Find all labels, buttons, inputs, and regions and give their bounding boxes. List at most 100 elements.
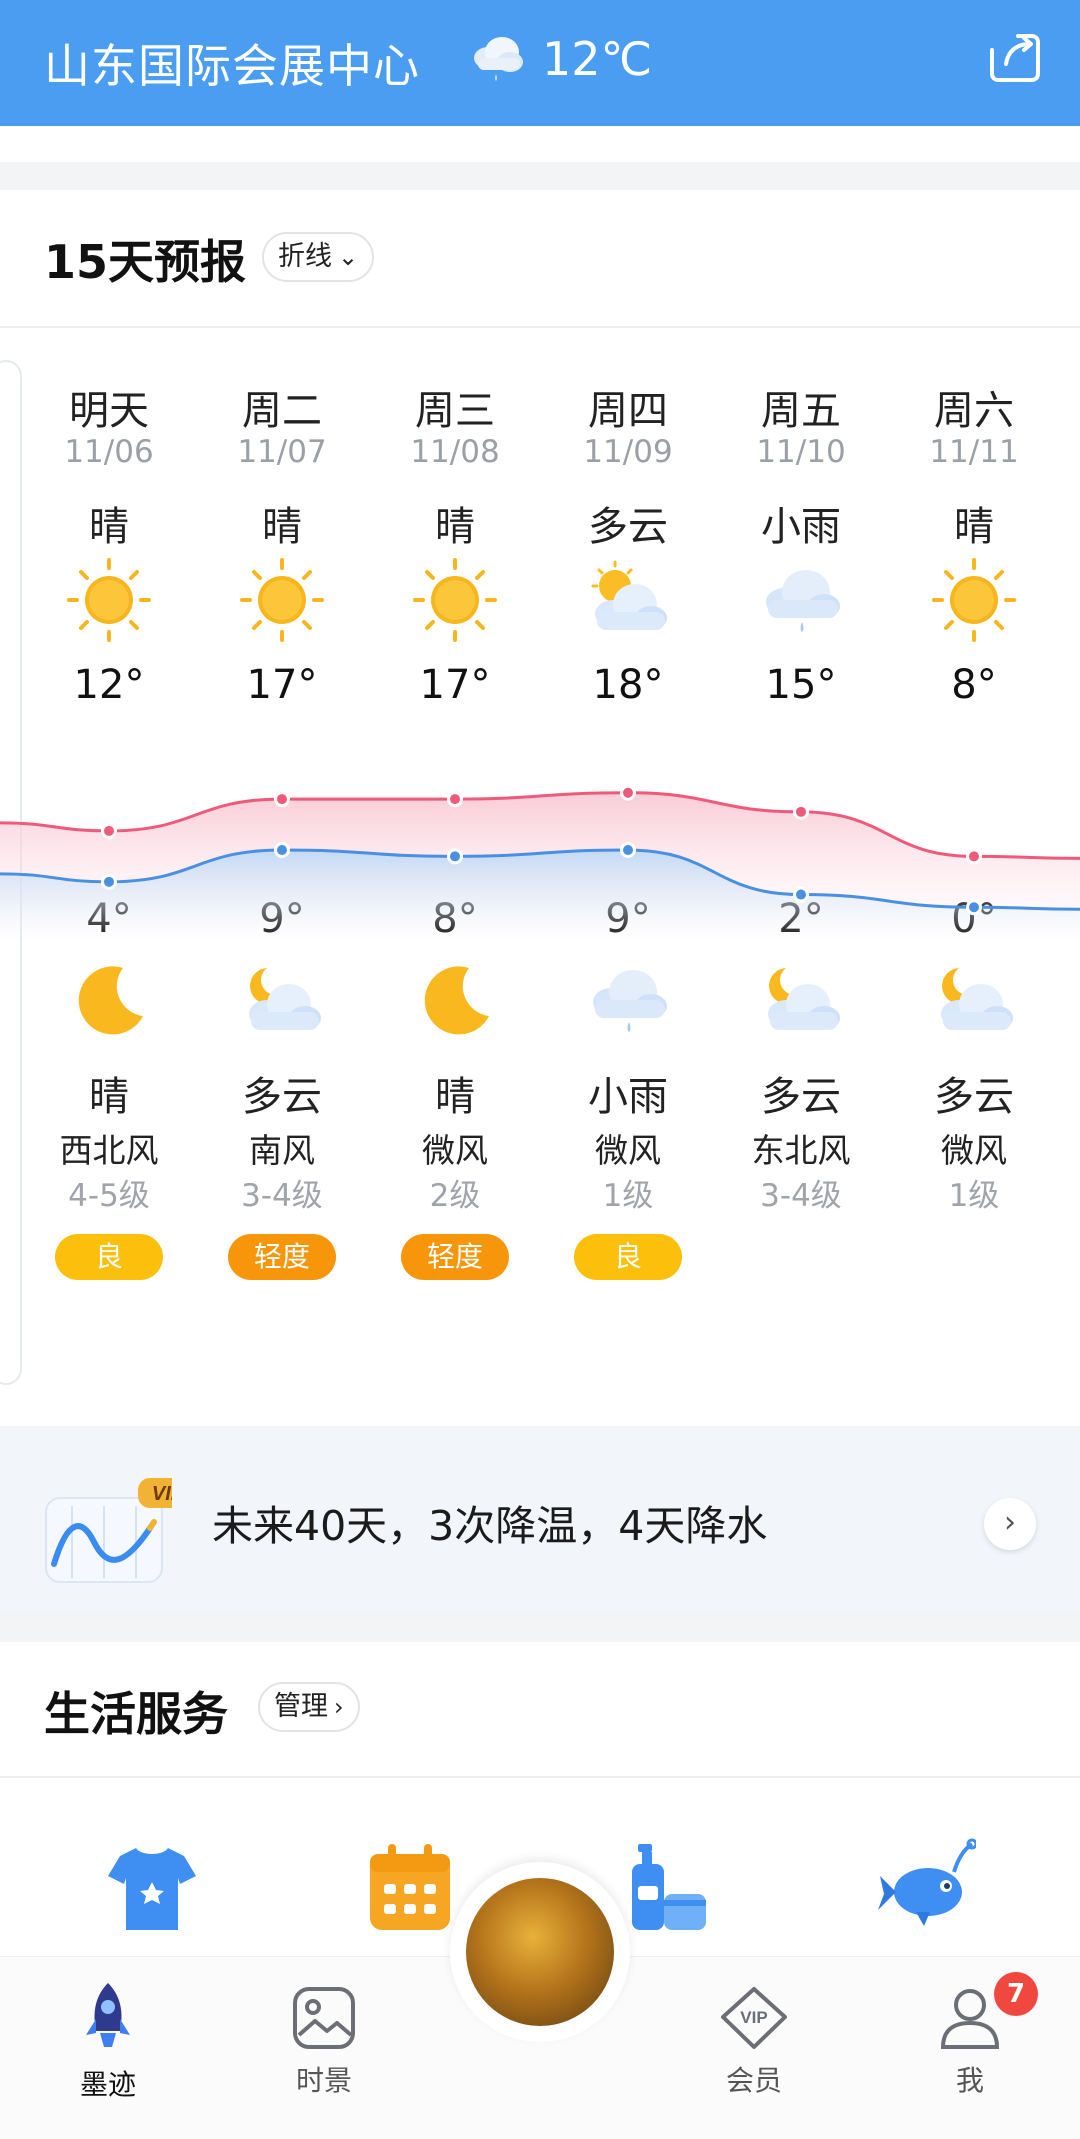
- low-temp-point: [796, 889, 806, 900]
- wind-direction: 南风: [249, 1131, 315, 1170]
- day-condition: 多云: [588, 504, 668, 550]
- location-title[interactable]: 山东国际会展中心: [44, 30, 420, 96]
- header-spacer: [0, 126, 1080, 162]
- center-action-button[interactable]: [450, 1862, 630, 2042]
- low-temp-point: [104, 876, 114, 887]
- aqi-badge[interactable]: 良: [55, 1234, 163, 1280]
- tshirt-icon[interactable]: [102, 1838, 202, 1938]
- fish-icon[interactable]: [876, 1832, 976, 1932]
- night-condition: 多云: [761, 1074, 841, 1120]
- day-date: 11/06: [64, 434, 154, 470]
- moon-cloud-icon: [726, 954, 876, 1064]
- sun-cloud-icon: [553, 552, 703, 662]
- day-name: 周六: [934, 388, 1014, 434]
- low-temp-point: [450, 851, 460, 862]
- autumn-leaves-thumbnail: [466, 1878, 614, 2026]
- temperature-curve-chart: [0, 784, 1080, 940]
- notification-badge: 7: [994, 1972, 1038, 2016]
- low-temp-point: [623, 845, 633, 855]
- sun-icon: [899, 552, 1049, 662]
- wind-level: 4-5级: [68, 1178, 150, 1214]
- high-temp-point: [104, 825, 114, 836]
- aqi-badge[interactable]: 轻度: [401, 1234, 509, 1280]
- chart-mode-label: 折线: [278, 241, 332, 272]
- high-temp-point: [450, 794, 460, 805]
- aqi-badge[interactable]: 良: [574, 1234, 682, 1280]
- low-temp-point: [969, 902, 979, 913]
- wind-level: 2级: [429, 1178, 481, 1214]
- nav-item-moji[interactable]: 墨迹: [48, 1981, 168, 2103]
- vip-badge: VIP: [152, 1483, 172, 1505]
- day-name: 明天: [69, 388, 149, 434]
- vip-banner-text: 未来40天，3次降温，4天降水: [212, 1502, 768, 1550]
- app-header: 山东国际会展中心 12℃: [0, 0, 1080, 126]
- wind-level: 1级: [602, 1178, 654, 1214]
- sun-icon: [207, 552, 357, 662]
- day-condition: 晴: [262, 504, 302, 550]
- night-condition: 多云: [242, 1074, 322, 1120]
- high-temp-label: 18°: [592, 662, 664, 708]
- day-date: 11/09: [583, 434, 673, 470]
- chevron-down-icon: ⌄: [338, 243, 359, 271]
- nav-item-shijing[interactable]: 时景: [264, 1985, 384, 2099]
- share-icon[interactable]: [984, 28, 1044, 88]
- skincare-icon[interactable]: [616, 1838, 716, 1938]
- night-condition: 小雨: [588, 1074, 668, 1120]
- high-temp-point: [969, 851, 979, 862]
- moon-cloud-icon: [899, 954, 1049, 1064]
- nav-label: 墨迹: [79, 2068, 136, 2101]
- current-temperature: 12℃: [542, 32, 653, 86]
- day-condition: 晴: [954, 504, 994, 550]
- rocket-icon: [86, 1983, 130, 2047]
- night-condition: 多云: [934, 1074, 1014, 1120]
- wind-direction: 西北风: [59, 1131, 159, 1170]
- picture-icon: [293, 1987, 355, 2049]
- wind-level: 3-4级: [241, 1178, 323, 1214]
- low-temp-point: [277, 845, 287, 855]
- wind-direction: 东北风: [751, 1131, 851, 1170]
- cloud-rain-icon: [553, 954, 703, 1064]
- high-temp-label: 17°: [419, 662, 491, 708]
- nav-item-vip[interactable]: VIP 会员: [694, 1985, 814, 2099]
- moon-icon: [34, 954, 184, 1064]
- svg-text:VIP: VIP: [740, 2008, 767, 2027]
- nav-label: 会员: [725, 2064, 782, 2097]
- day-date: 11/07: [237, 434, 327, 470]
- day-date: 11/11: [929, 434, 1019, 470]
- high-temp-point: [277, 794, 287, 805]
- day-condition: 小雨: [761, 504, 841, 550]
- high-temp-label: 8°: [951, 662, 997, 708]
- high-temp-label: 17°: [246, 662, 318, 708]
- vip-icon: VIP: [721, 1987, 787, 2049]
- chart-mode-toggle[interactable]: 折线 ⌄: [262, 232, 375, 282]
- calendar-icon[interactable]: [360, 1838, 460, 1938]
- nav-label: 时景: [295, 2064, 352, 2097]
- day-name: 周二: [242, 388, 322, 434]
- moon-cloud-icon: [207, 954, 357, 1064]
- day-name: 周五: [761, 388, 841, 434]
- cloud-rain-icon: [726, 552, 876, 662]
- manage-label: 管理: [274, 1691, 328, 1722]
- wind-level: 3-4级: [760, 1178, 842, 1214]
- aqi-badge[interactable]: 轻度: [228, 1234, 336, 1280]
- chevron-right-icon: ›: [334, 1693, 344, 1721]
- forecast-title: 15天预报: [44, 235, 247, 289]
- night-condition: 晴: [435, 1074, 475, 1120]
- day-date: 11/10: [756, 434, 846, 470]
- divider: [0, 326, 1080, 328]
- moon-icon: [380, 954, 530, 1064]
- vip-40day-banner[interactable]: VIP 未来40天，3次降温，4天降水 ›: [0, 1428, 1080, 1614]
- life-services-title: 生活服务: [44, 1687, 228, 1741]
- manage-button[interactable]: 管理 ›: [258, 1682, 360, 1732]
- chevron-right-icon[interactable]: ›: [984, 1498, 1036, 1550]
- day-condition: 晴: [89, 504, 129, 550]
- day-date: 11/08: [410, 434, 500, 470]
- day-name: 周四: [588, 388, 668, 434]
- sun-icon: [380, 552, 530, 662]
- sun-icon: [34, 552, 184, 662]
- day-condition: 晴: [435, 504, 475, 550]
- wind-direction: 微风: [941, 1131, 1007, 1170]
- day-name: 周三: [415, 388, 495, 434]
- trend-chart-icon: VIP: [45, 1478, 172, 1583]
- divider: [0, 1776, 1080, 1778]
